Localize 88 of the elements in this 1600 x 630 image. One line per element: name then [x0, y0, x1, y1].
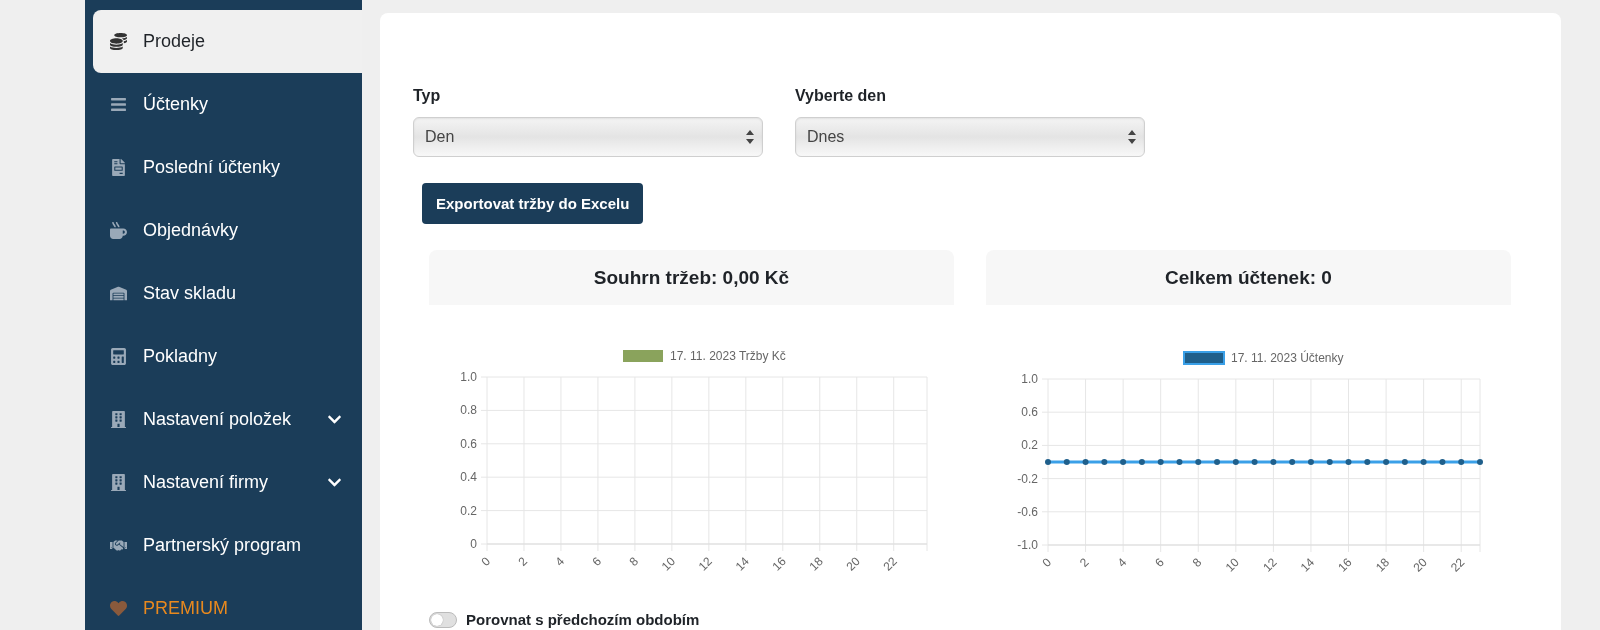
data-point: [1326, 459, 1333, 465]
panel-title: Souhrn tržeb: 0,00 Kč: [593, 266, 790, 289]
axis-label: 18: [1372, 555, 1393, 575]
axis-label: 2: [515, 554, 531, 569]
axis-label: 0.8: [460, 403, 477, 418]
axis-label: -1.0: [1017, 538, 1038, 552]
sidebar-item[interactable]: Partnerský program: [93, 514, 362, 577]
data-point: [1289, 459, 1296, 465]
axis-label: 16: [769, 554, 789, 574]
data-point: [1214, 459, 1221, 465]
data-point: [1364, 459, 1371, 465]
axis-label: 8: [626, 554, 641, 569]
axis-label: 18: [806, 554, 826, 574]
axis-label: 0.6: [1021, 405, 1038, 420]
data-point: [1082, 459, 1089, 465]
data-point: [1439, 459, 1446, 465]
data-point: [1383, 459, 1390, 465]
data-point: [1251, 459, 1258, 465]
select-field[interactable]: Den: [413, 117, 763, 157]
toggle-switch[interactable]: [429, 611, 457, 628]
axis-label: 20: [843, 554, 863, 574]
axis-label: 12: [695, 554, 715, 574]
handshake-icon: [107, 537, 129, 554]
data-point: [1101, 459, 1108, 465]
data-point: [1120, 459, 1127, 465]
axis-label: 0.2: [1021, 438, 1038, 453]
data-point: [1458, 459, 1465, 465]
sidebar-item[interactable]: Poslední účtenky: [93, 136, 362, 199]
data-point: [1157, 459, 1164, 465]
axis-label: 14: [732, 554, 752, 574]
axis-label: 4: [552, 554, 568, 569]
data-point: [1176, 459, 1183, 465]
axis-label: 1.0: [460, 370, 477, 384]
coins-icon: [107, 33, 129, 50]
axis-label: 4: [1114, 555, 1130, 570]
axis-label: 0.2: [460, 503, 477, 518]
axis-label: 20: [1410, 555, 1430, 575]
data-point: [1345, 459, 1352, 465]
heart-icon: [107, 600, 129, 617]
axis-label: 0: [478, 554, 494, 569]
axis-label: 6: [1152, 555, 1167, 570]
axis-label: 2: [1077, 555, 1092, 570]
axis-label: 22: [880, 554, 900, 574]
axis-label: 1.0: [1021, 372, 1038, 386]
export-button[interactable]: Exportovat tržby do Excelu: [422, 183, 644, 224]
axis-label: -0.2: [1017, 471, 1038, 486]
axis-label: 16: [1335, 555, 1355, 575]
data-point: [1477, 459, 1483, 465]
sort-arrows-icon: [1128, 130, 1136, 144]
data-point: [1307, 459, 1314, 465]
legend-label: 17. 11. 2023 Účtenky: [1231, 351, 1344, 365]
sidebar-item[interactable]: Nastavení položek: [93, 388, 362, 451]
sidebar-item[interactable]: Nastavení firmy: [93, 451, 362, 514]
axis-label: 12: [1260, 555, 1280, 575]
warehouse-icon: [107, 285, 129, 302]
axis-label: 14: [1297, 555, 1318, 575]
data-point: [1420, 459, 1427, 465]
mug-icon: [107, 222, 129, 239]
data-point: [1138, 459, 1145, 465]
sidebar-item[interactable]: Objednávky: [93, 199, 362, 262]
axis-label: 0: [470, 537, 477, 551]
data-point: [1063, 459, 1070, 465]
axis-label: -0.6: [1017, 504, 1038, 519]
data-point: [1045, 459, 1051, 465]
field-label: Typ: [413, 87, 442, 105]
panel-title: Celkem účtenek: 0: [1165, 266, 1332, 289]
axis-label: 0.4: [460, 470, 477, 485]
axis-label: 22: [1448, 555, 1468, 575]
sidebar-item[interactable]: PREMIUM: [93, 577, 362, 630]
data-point: [1270, 459, 1277, 465]
axis-label: 8: [1189, 555, 1205, 570]
axis-label: 6: [589, 554, 605, 569]
toggle-label: Porovnat s předchozím obdobím: [466, 611, 700, 628]
legend-label: 17. 11. 2023 Tržby Kč: [670, 349, 786, 363]
axis-label: 10: [1222, 555, 1242, 575]
sidebar-item[interactable]: Prodeje: [93, 10, 362, 73]
sidebar-item[interactable]: Pokladny: [93, 325, 362, 388]
select-field[interactable]: Dnes: [795, 117, 1145, 157]
axis-label: 0: [1039, 555, 1055, 570]
data-point: [1401, 459, 1408, 465]
field-label: Vyberte den: [795, 87, 887, 105]
sidebar-item[interactable]: Stav skladu: [93, 262, 362, 325]
axis-label: 10: [658, 554, 678, 574]
sidebar-item[interactable]: Účtenky: [93, 73, 362, 136]
sort-arrows-icon: [746, 130, 754, 144]
data-point: [1232, 459, 1239, 465]
data-point: [1195, 459, 1202, 465]
axis-label: 0.6: [460, 436, 477, 451]
